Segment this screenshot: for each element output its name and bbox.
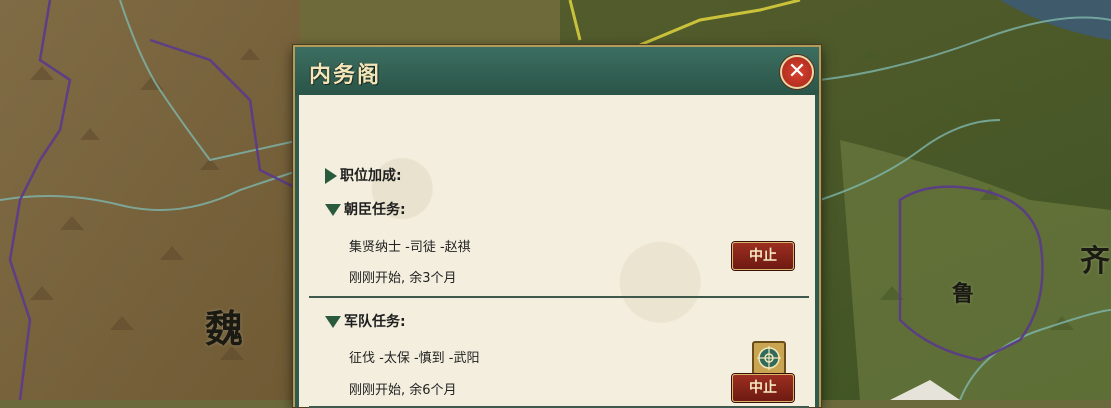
section-army-tasks[interactable]: 军队任务: [325,311,406,331]
minister-task-name: 集贤纳士 -司徒 -赵祺 [349,240,471,255]
close-icon: ✕ [787,59,807,84]
section-position-bonus-label: 职位加成: [340,168,402,184]
army-target-icon[interactable] [752,341,786,375]
region-label-qi: 齐 [1080,244,1110,279]
section-position-bonus[interactable]: 职位加成: [325,165,402,185]
region-label-lu: 鲁 [952,281,975,307]
section-minister-tasks[interactable]: 朝臣任务: [325,199,406,219]
army-task-stop-button[interactable]: 中止 [732,374,794,402]
triangle-down-icon [325,316,341,328]
army-task-status: 刚刚开始, 余6个月 [349,383,457,398]
army-task-name: 征伐 -太保 -慎到 -武阳 [349,351,480,366]
section-minister-tasks-label: 朝臣任务: [344,202,406,218]
section-army-tasks-label: 军队任务: [344,314,406,330]
region-label-wei: 魏 [205,306,244,351]
dialog-header: 内务阁 ✕ [295,47,819,95]
minister-task-stop-button[interactable]: 中止 [732,242,794,270]
triangle-right-icon [325,168,337,184]
minister-task-status: 刚刚开始, 余3个月 [349,271,457,286]
close-button[interactable]: ✕ [780,55,814,89]
dialog-title: 内务阁 [309,62,382,88]
dialog-body: 职位加成: 朝臣任务: 集贤纳士 -司徒 -赵祺 刚刚开始, 余3个月 中止 军… [299,95,815,408]
triangle-down-icon [325,204,341,216]
section-divider [309,296,809,298]
internal-affairs-dialog: 内务阁 ✕ 职位加成: 朝臣任务: 集贤纳士 -司徒 -赵祺 刚刚开始, 余3个… [293,45,821,408]
